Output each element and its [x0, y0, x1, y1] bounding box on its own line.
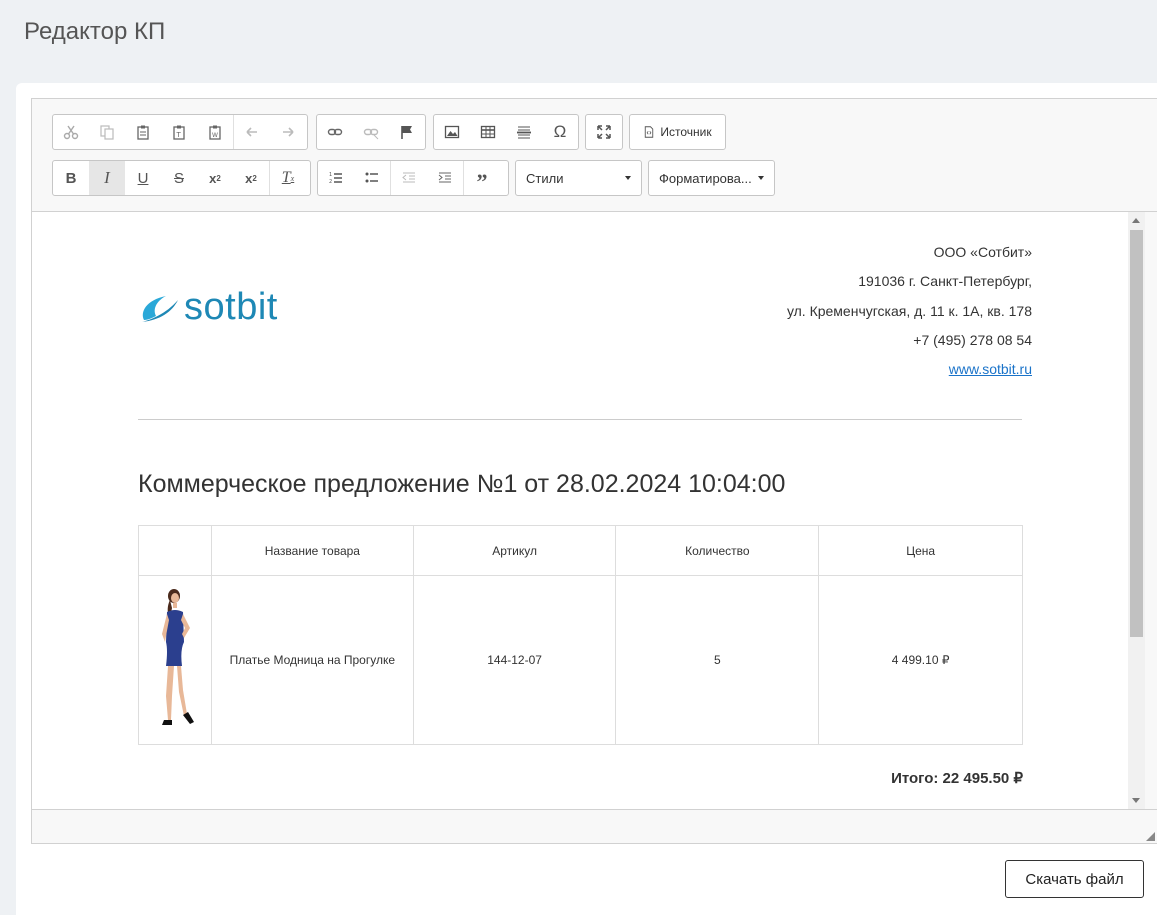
table-header-row: Название товара Артикул Количество Цена [138, 525, 1023, 576]
resize-handle-icon[interactable] [1146, 832, 1155, 841]
editor-scrollbar[interactable] [1128, 212, 1145, 809]
table-header-qty: Количество [615, 525, 820, 576]
unlink-icon[interactable] [353, 115, 389, 149]
copy-icon[interactable] [89, 115, 125, 149]
paste-word-icon[interactable]: W [197, 115, 233, 149]
scroll-down-icon[interactable] [1132, 798, 1140, 803]
source-label: Источник [660, 125, 712, 139]
strikethrough-icon[interactable]: S [161, 161, 197, 195]
logo-swoosh-icon [142, 295, 178, 322]
outdent-icon[interactable] [391, 161, 427, 195]
maximize-group [585, 114, 623, 150]
company-logo: sotbit [138, 286, 278, 329]
svg-text:1: 1 [329, 172, 332, 178]
scroll-thumb[interactable] [1130, 230, 1143, 637]
subscript-icon[interactable]: x2 [197, 161, 233, 195]
underline-icon[interactable]: U [125, 161, 161, 195]
source-doc-icon [645, 126, 654, 138]
company-street: ул. Кременчугская, д. 11 к. 1А, кв. 178 [786, 302, 1032, 319]
company-website-link[interactable]: www.sotbit.ru [949, 361, 1032, 377]
undo-icon[interactable] [234, 115, 270, 149]
indent-icon[interactable] [427, 161, 463, 195]
product-price: 4 499.10 ₽ [818, 575, 1023, 745]
clipboard-group: T W [52, 114, 308, 150]
bold-icon[interactable]: B [53, 161, 89, 195]
remove-format-icon[interactable]: Tx [270, 161, 306, 195]
page-title: Редактор КП [24, 18, 166, 45]
svg-text:2: 2 [329, 179, 332, 185]
image-icon[interactable] [434, 115, 470, 149]
products-table: Название товара Артикул Количество Цена [138, 525, 1023, 745]
product-name: Платье Модница на Прогулке [210, 575, 414, 745]
link-icon[interactable] [317, 115, 353, 149]
table-header-price: Цена [818, 525, 1023, 576]
editor-card: T W Ω Источник B I U S x 2 x 2 T x 1 2 ”… [16, 83, 1157, 915]
download-file-button[interactable]: Скачать файл [1005, 860, 1144, 898]
cut-icon[interactable] [53, 115, 89, 149]
link-group [316, 114, 426, 150]
rich-text-editor: T W Ω Источник B I U S x 2 x 2 T x 1 2 ”… [31, 98, 1157, 844]
scroll-up-icon[interactable] [1132, 218, 1140, 223]
editor-toolbar: T W Ω Источник B I U S x 2 x 2 T x 1 2 ”… [32, 99, 1157, 212]
document-title: Коммерческое предложение №1 от 28.02.202… [138, 470, 786, 498]
horizontal-line-icon[interactable] [506, 115, 542, 149]
editor-statusbar [32, 809, 1157, 843]
company-details: ООО «Сотбит» 191036 г. Санкт-Петербург, … [787, 238, 1032, 384]
svg-text:T: T [176, 131, 182, 139]
svg-text:W: W [212, 132, 218, 139]
bullet-list-icon[interactable] [354, 161, 390, 195]
insert-group: Ω [433, 114, 579, 150]
chevron-down-icon [625, 176, 631, 180]
editor-content[interactable]: sotbit ООО «Сотбит» 191036 г. Санкт-Пете… [32, 212, 1128, 809]
styles-dropdown[interactable]: Стили [515, 160, 642, 196]
logo-text: sotbit [184, 286, 278, 328]
numbered-list-icon[interactable]: 12 [318, 161, 354, 195]
product-image [138, 575, 212, 745]
product-photo [161, 588, 194, 725]
redo-icon[interactable] [270, 115, 306, 149]
table-header-name: Название товара [210, 525, 414, 576]
special-char-icon[interactable]: Ω [542, 115, 578, 149]
table-header-sku: Артикул [412, 525, 617, 576]
source-button[interactable]: Источник [629, 114, 726, 150]
paste-text-icon[interactable]: T [161, 115, 197, 149]
product-sku: 144-12-07 [412, 575, 617, 745]
table-row: Платье Модница на Прогулке 144-12-07 5 4… [138, 575, 1023, 745]
table-header-image [138, 525, 212, 576]
superscript-icon[interactable]: x2 [233, 161, 269, 195]
company-phone: +7 (495) 278 08 54 [913, 331, 1032, 348]
format-label: Форматирова... [659, 170, 752, 186]
blockquote-icon[interactable]: ” [464, 161, 500, 195]
format-dropdown[interactable]: Форматирова... [648, 160, 775, 196]
styles-label: Стили [526, 170, 564, 186]
basic-styles-group: B I U S x2 x2 Tx [52, 160, 311, 196]
company-city: 191036 г. Санкт-Петербург, [858, 273, 1032, 290]
maximize-icon[interactable] [586, 115, 622, 149]
paste-icon[interactable] [125, 115, 161, 149]
total-amount: Итого: 22 495.50 ₽ [891, 770, 1023, 787]
product-qty: 5 [615, 575, 820, 745]
company-name: ООО «Сотбит» [933, 244, 1032, 260]
table-icon[interactable] [470, 115, 506, 149]
divider [138, 419, 1022, 420]
paragraph-group: 12 ” [317, 160, 509, 196]
chevron-down-icon [758, 176, 764, 180]
italic-icon[interactable]: I [89, 161, 125, 195]
anchor-flag-icon[interactable] [389, 115, 425, 149]
